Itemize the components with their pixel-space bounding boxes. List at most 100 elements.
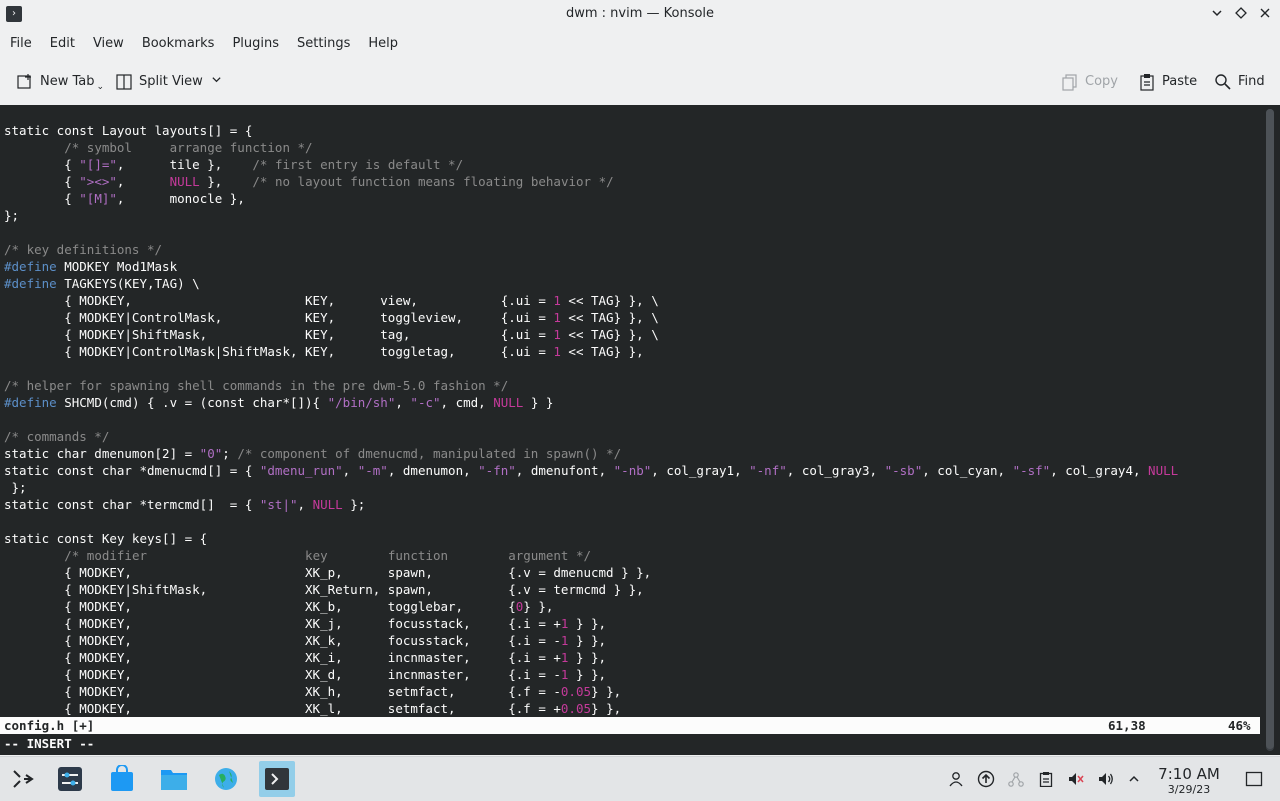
- code-token: static const Key keys[] = {: [4, 531, 208, 546]
- app-launcher-button[interactable]: [4, 761, 40, 797]
- code-token: } },: [568, 633, 607, 648]
- code-line: { MODKEY|ShiftMask, XK_Return, spawn, {.…: [4, 581, 1178, 598]
- chevron-down-icon: [211, 68, 222, 96]
- status-percent: 46%: [1228, 718, 1251, 733]
- copy-label: Copy: [1085, 74, 1118, 89]
- code-token: #define: [4, 276, 57, 291]
- task-system-settings[interactable]: [52, 761, 88, 797]
- code-token: /* key definitions */: [4, 242, 163, 257]
- menu-bookmarks[interactable]: Bookmarks: [133, 31, 224, 57]
- code-line: { MODKEY, XK_b, togglebar, {0} },: [4, 598, 1178, 615]
- code-token: "-nb": [613, 463, 652, 478]
- settings-icon: [58, 767, 82, 791]
- task-web-browser[interactable]: [208, 761, 244, 797]
- code-token: { MODKEY, XK_p, spawn, {.v = dmenucmd } …: [4, 565, 652, 580]
- show-desktop-icon[interactable]: [1244, 769, 1264, 789]
- code-token: { MODKEY, XK_h, setmfact, {.f = -: [4, 684, 561, 699]
- code-line: { "[]=", tile }, /* first entry is defau…: [4, 156, 1178, 173]
- code-token: /* component of dmenucmd, manipulated in…: [237, 446, 622, 461]
- code-line: { MODKEY, XK_i, incnmaster, {.i = +1 } }…: [4, 649, 1178, 666]
- scrollbar-thumb[interactable]: [1266, 109, 1274, 749]
- close-button[interactable]: [1254, 4, 1276, 26]
- code-token: , monocle },: [116, 191, 245, 206]
- window-title: dwm : nvim — Konsole: [565, 6, 715, 21]
- code-token: { MODKEY, XK_i, incnmaster, {.i = +: [4, 650, 561, 665]
- paste-button[interactable]: Paste: [1138, 68, 1197, 96]
- code-token: NULL: [493, 395, 524, 410]
- code-token: #define: [4, 395, 57, 410]
- code-token: "-c": [410, 395, 441, 410]
- dropdown-arrow-icon: ⌄: [96, 82, 105, 92]
- find-button[interactable]: Find: [1214, 68, 1265, 96]
- updates-icon[interactable]: [976, 769, 996, 789]
- volume-icon[interactable]: [1096, 769, 1116, 789]
- code-token: #define: [4, 259, 57, 274]
- audio-muted-icon[interactable]: [1066, 769, 1086, 789]
- code-token: static const char *dmenucmd[] = {: [4, 463, 260, 478]
- code-token: { MODKEY, XK_k, focusstack, {.i = -: [4, 633, 561, 648]
- code-line: #define MODKEY Mod1Mask: [4, 258, 1178, 275]
- status-filename: config.h [+]: [4, 718, 95, 733]
- taskbar: 7:10 AM 3/29/23: [0, 756, 1280, 801]
- code-line: static const Layout layouts[] = {: [4, 122, 1178, 139]
- network-icon[interactable]: [1006, 769, 1026, 789]
- code-token: 1: [553, 344, 561, 359]
- code-token: "><>": [79, 174, 117, 189]
- mode-indicator: -- INSERT --: [4, 736, 95, 751]
- clock-date[interactable]: 3/29/23: [1150, 783, 1228, 796]
- code-token: "[M]": [79, 191, 117, 206]
- task-file-manager[interactable]: [156, 761, 192, 797]
- code-token: ,: [297, 497, 313, 512]
- code-token: , col_gray3,: [786, 463, 885, 478]
- menu-settings[interactable]: Settings: [288, 31, 359, 57]
- code-line: { MODKEY|ControlMask|ShiftMask, KEY, tog…: [4, 343, 1178, 360]
- code-line: static const char *termcmd[] = { "st|", …: [4, 496, 1178, 513]
- maximize-button[interactable]: [1230, 4, 1252, 26]
- code-line: { MODKEY, XK_h, setmfact, {.f = -0.05} }…: [4, 683, 1178, 700]
- copy-button[interactable]: Copy: [1061, 68, 1118, 96]
- code-token: };: [342, 497, 366, 512]
- menu-edit[interactable]: Edit: [41, 31, 84, 57]
- code-token: 1: [553, 293, 561, 308]
- task-konsole[interactable]: [259, 761, 295, 797]
- user-icon[interactable]: [946, 769, 966, 789]
- code-token: 1: [553, 327, 561, 342]
- code-token: , col_gray4,: [1050, 463, 1149, 478]
- code-token: } },: [523, 599, 554, 614]
- menu-file[interactable]: File: [0, 31, 41, 57]
- code-token: { MODKEY|ControlMask, KEY, toggleview, {…: [4, 310, 554, 325]
- code-line: /* commands */: [4, 428, 1178, 445]
- clipboard-icon[interactable]: [1036, 769, 1056, 789]
- split-view-label: Split View: [139, 74, 203, 89]
- terminal-icon: [265, 768, 289, 790]
- title-bar: › dwm : nvim — Konsole: [0, 0, 1280, 30]
- chevron-up-icon[interactable]: [1124, 769, 1144, 789]
- code-token: TAGKEYS(KEY,TAG) \: [56, 276, 200, 291]
- code-token: "[]=": [79, 157, 117, 172]
- menu-help[interactable]: Help: [359, 31, 407, 57]
- split-view-button[interactable]: Split View: [115, 68, 222, 96]
- code-token: "/bin/sh": [327, 395, 396, 410]
- code-token: {: [4, 191, 80, 206]
- status-cursor-position: 61,38: [1108, 718, 1146, 733]
- minimize-button[interactable]: [1206, 4, 1228, 26]
- clock-time[interactable]: 7:10 AM: [1150, 765, 1228, 783]
- menu-view[interactable]: View: [84, 31, 133, 57]
- code-token: {: [4, 174, 80, 189]
- code-token: /* symbol arrange function */: [64, 140, 313, 155]
- paste-label: Paste: [1162, 74, 1198, 89]
- code-token: , dmenufont,: [515, 463, 614, 478]
- menu-plugins[interactable]: Plugins: [223, 31, 288, 57]
- code-token: } }: [523, 395, 554, 410]
- close-icon: [1260, 8, 1270, 18]
- editor-buffer[interactable]: static const Layout layouts[] = { /* sym…: [4, 122, 1178, 717]
- task-discover[interactable]: [104, 761, 140, 797]
- code-token: << TAG} }, \: [560, 327, 659, 342]
- terminal-view[interactable]: static const Layout layouts[] = { /* sym…: [0, 105, 1280, 755]
- code-token: << TAG} }, \: [560, 293, 659, 308]
- new-tab-button[interactable]: New Tab ⌄: [16, 68, 104, 96]
- code-token: "-sb": [884, 463, 923, 478]
